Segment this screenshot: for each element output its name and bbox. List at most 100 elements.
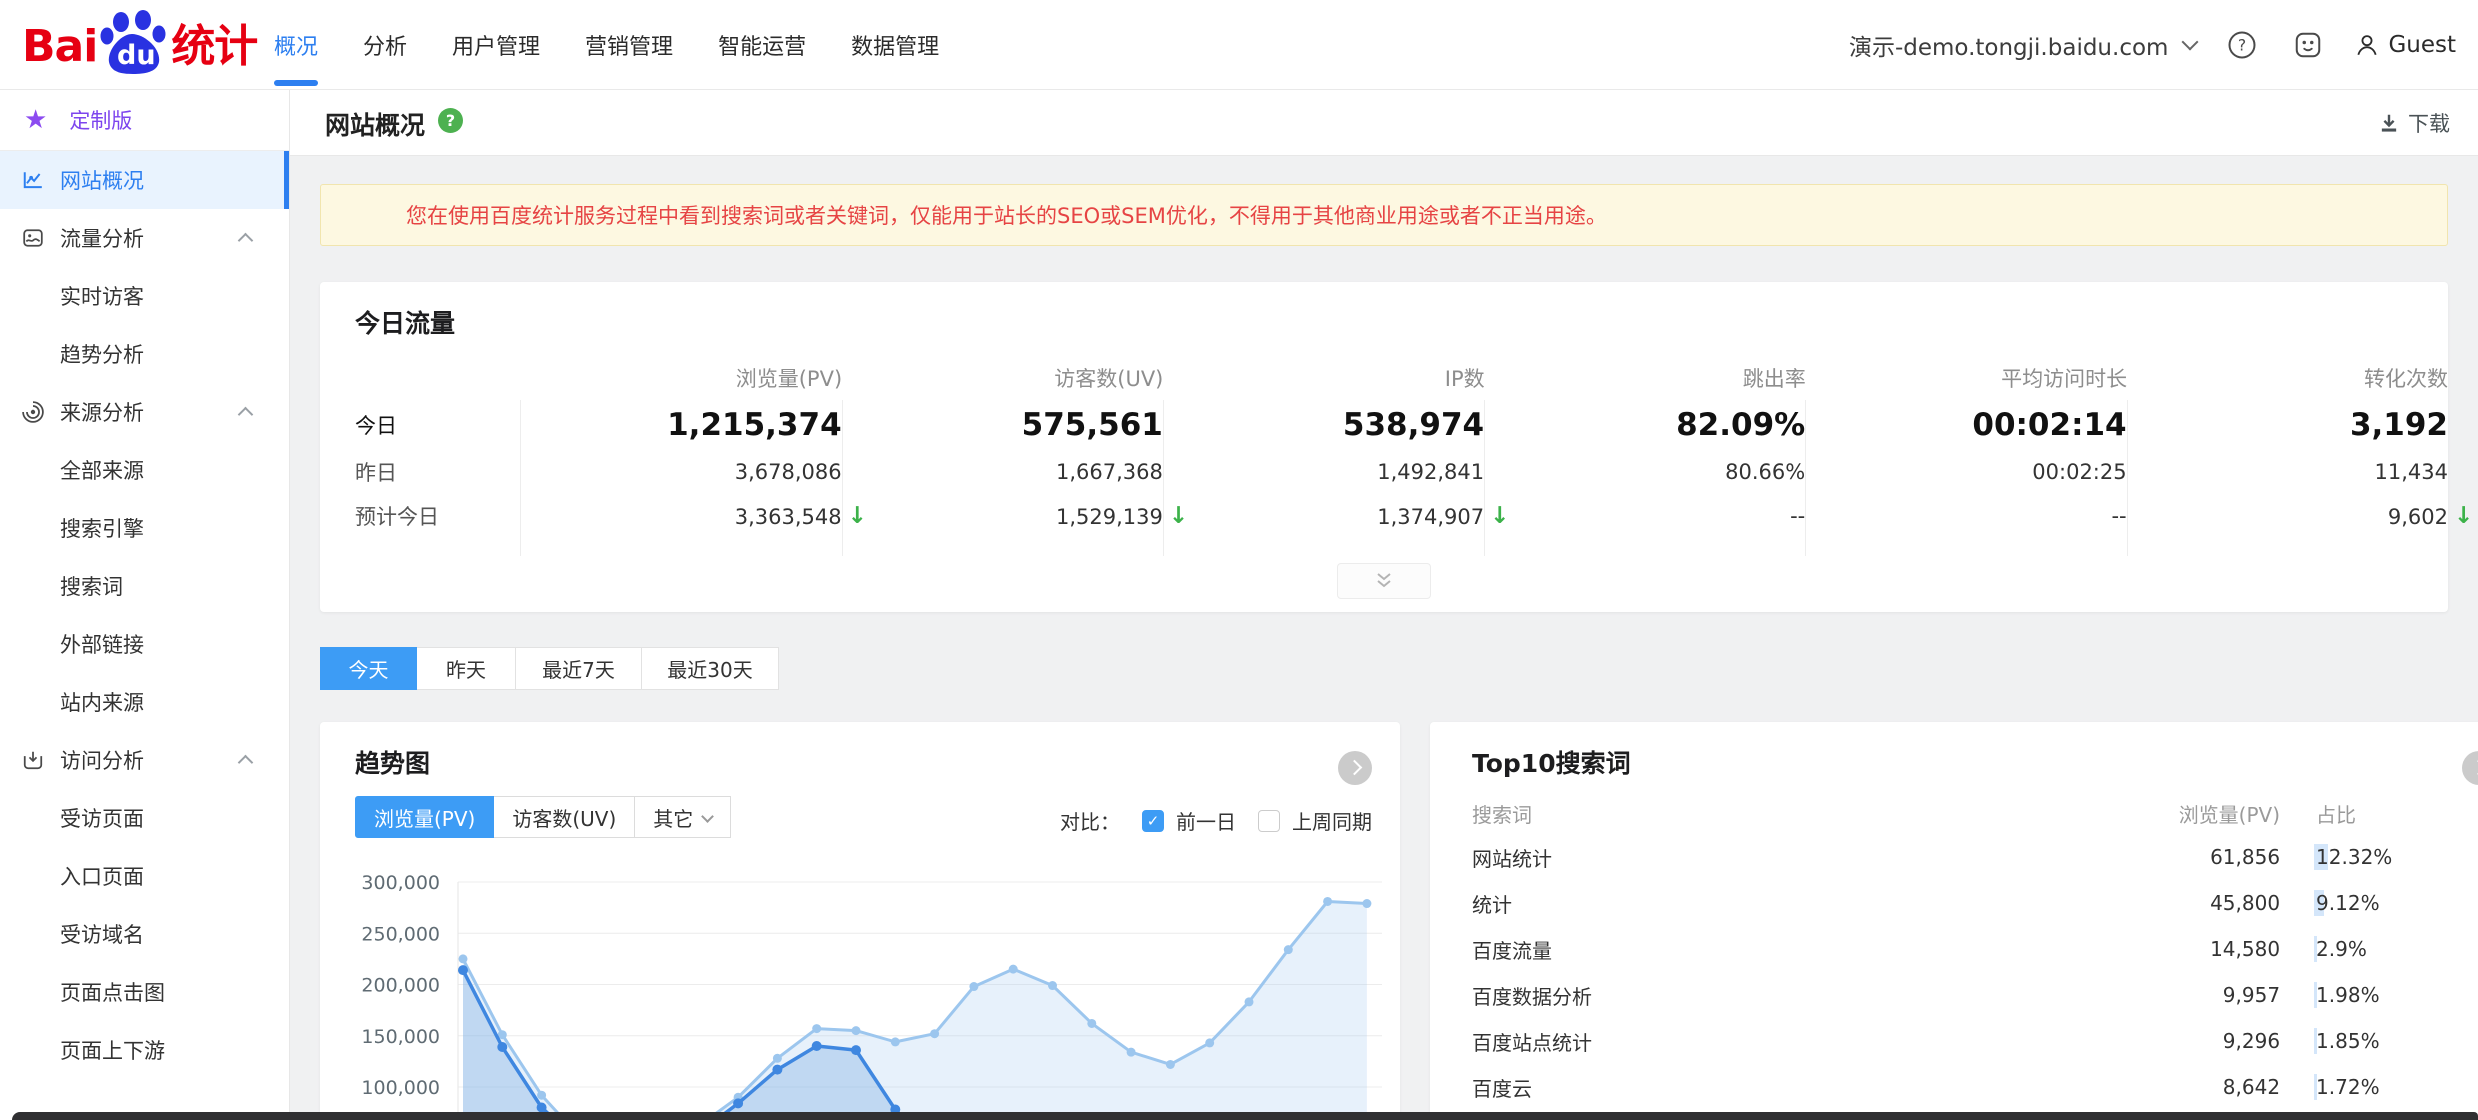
- page-title: 网站概况: [325, 106, 425, 142]
- chevron-up-icon[interactable]: [238, 232, 254, 248]
- sidebar-item[interactable]: 外部链接: [0, 615, 289, 673]
- line-chart-icon: [22, 169, 44, 191]
- top10-keyword: 统计: [1472, 880, 2120, 926]
- date-range-tab[interactable]: 今天: [320, 647, 417, 690]
- stats-value-text: 3,192: [2350, 407, 2448, 443]
- data-point: [1362, 899, 1371, 908]
- sidebar-item[interactable]: 全部来源: [0, 441, 289, 499]
- download-button[interactable]: 下载: [2378, 108, 2450, 138]
- sidebar-item-label: 受访页面: [60, 803, 144, 833]
- y-axis-tick-label: 150,000: [361, 1026, 440, 1048]
- sidebar-item-label: 站内来源: [60, 687, 144, 717]
- top10-title: Top10搜索词: [1472, 744, 1631, 780]
- nav-tab[interactable]: 营销管理: [585, 0, 673, 89]
- top10-ratio-wrap: 1.72%: [2316, 1075, 2380, 1099]
- sidebar-item-label: 搜索引擎: [60, 513, 144, 543]
- top10-row: 统计45,8009.12%: [1472, 880, 2478, 926]
- stats-pad-row: [355, 538, 2448, 556]
- top10-row: 百度云8,6421.72%: [1472, 1064, 2478, 1110]
- baidu-paw-icon: du: [99, 10, 173, 76]
- nav-tab[interactable]: 概况: [274, 0, 318, 89]
- top10-table: 搜索词浏览量(PV)占比网站统计61,85612.32%统计45,8009.12…: [1472, 792, 2478, 1110]
- sidebar-item[interactable]: 页面上下游: [0, 1021, 289, 1079]
- nav-tab[interactable]: 分析: [363, 0, 407, 89]
- double-chevron-down-icon: [1373, 571, 1395, 591]
- stats-value: 1,529,139↓: [842, 494, 1163, 538]
- sidebar-item[interactable]: 流量分析: [0, 209, 289, 267]
- top10-expand-button[interactable]: [2462, 751, 2478, 785]
- sidebar-item[interactable]: 受访页面: [0, 789, 289, 847]
- stats-value: 82.09%: [1485, 400, 1806, 450]
- sidebar-item[interactable]: 访问分析: [0, 731, 289, 789]
- data-point: [1284, 945, 1293, 954]
- today-traffic-card: 今日流量 浏览量(PV)访客数(UV)IP数跳出率平均访问时长转化次数今日1,2…: [320, 282, 2448, 612]
- sidebar-item[interactable]: 网站概况: [0, 151, 289, 209]
- sidebar-item-label: 页面点击图: [60, 977, 165, 1007]
- top10-row: 百度流量14,5802.9%: [1472, 926, 2478, 972]
- data-point: [1205, 1038, 1214, 1047]
- data-point: [1166, 1060, 1175, 1069]
- baidu-tongji-logo[interactable]: Bai du 统计: [22, 14, 257, 76]
- data-point: [497, 1042, 507, 1052]
- sidebar-item[interactable]: 站内来源: [0, 673, 289, 731]
- chevron-up-icon[interactable]: [238, 754, 254, 770]
- stats-value: 00:02:25: [1806, 450, 2127, 494]
- nav-tab[interactable]: 用户管理: [452, 0, 540, 89]
- sidebar: ★ 定制版 网站概况流量分析实时访客趋势分析来源分析全部来源搜索引擎搜索词外部链…: [0, 90, 290, 1120]
- source-icon: [22, 401, 44, 423]
- apps-icon[interactable]: [2288, 25, 2328, 65]
- data-point: [812, 1024, 821, 1033]
- trend-chart-card: 趋势图 浏览量(PV)访客数(UV)其它 对比： ✓ 前一日 上周同期 300,…: [320, 722, 1400, 1120]
- edition-label: 定制版: [69, 105, 132, 135]
- download-label: 下载: [2408, 108, 2450, 138]
- data-point: [1009, 965, 1018, 974]
- top10-ratio-wrap: 2.9%: [2316, 937, 2367, 961]
- sidebar-item[interactable]: 页面点击图: [0, 963, 289, 1021]
- sidebar-item[interactable]: 来源分析: [0, 383, 289, 441]
- top10-ratio-value: 1.72%: [2280, 1064, 2478, 1110]
- sidebar-edition[interactable]: ★ 定制版: [0, 90, 289, 151]
- stats-corner-cell: [355, 356, 521, 400]
- star-icon: ★: [24, 107, 47, 133]
- site-selector[interactable]: 演示-demo.tongji.baidu.com: [1849, 28, 2196, 62]
- top10-ratio-wrap: 12.32%: [2316, 845, 2392, 869]
- top10-column-header: 搜索词: [1472, 792, 2120, 834]
- y-axis-tick-label: 100,000: [361, 1077, 440, 1099]
- stats-value-text: --: [2111, 504, 2126, 528]
- nav-tab[interactable]: 智能运营: [718, 0, 806, 89]
- stats-pad-cell: [355, 538, 521, 556]
- logo-text-tongji: 统计: [171, 18, 257, 76]
- data-point: [772, 1065, 782, 1075]
- nav-tab[interactable]: 数据管理: [851, 0, 939, 89]
- sidebar-item[interactable]: 趋势分析: [0, 325, 289, 383]
- date-range-tab[interactable]: 最近30天: [642, 647, 779, 690]
- sidebar-menu: 网站概况流量分析实时访客趋势分析来源分析全部来源搜索引擎搜索词外部链接站内来源访…: [0, 151, 289, 1079]
- user-menu[interactable]: Guest: [2354, 32, 2456, 58]
- sidebar-item[interactable]: 受访域名: [0, 905, 289, 963]
- sidebar-item[interactable]: 搜索词: [0, 557, 289, 615]
- stats-value-text: 11,434: [2375, 460, 2448, 484]
- sidebar-item-label: 受访域名: [60, 919, 144, 949]
- help-icon[interactable]: ?: [2222, 25, 2262, 65]
- stats-value-text: 1,529,139: [1056, 505, 1163, 529]
- chevron-up-icon[interactable]: [238, 406, 254, 422]
- sidebar-item[interactable]: 搜索引擎: [0, 499, 289, 557]
- top10-ratio-text: 9.12%: [2316, 891, 2380, 915]
- data-point: [458, 965, 468, 975]
- visit-icon: [22, 749, 44, 771]
- stats-value: 80.66%: [1485, 450, 1806, 494]
- top10-ratio-value: 1.85%: [2280, 1018, 2478, 1064]
- collapse-toggle-button[interactable]: [1337, 563, 1431, 599]
- date-range-tab[interactable]: 最近7天: [516, 647, 642, 690]
- notice-text: 您在使用百度统计服务过程中看到搜索词或者关键词，仅能用于站长的SEO或SEM优化…: [406, 200, 1607, 230]
- sidebar-item[interactable]: 实时访客: [0, 267, 289, 325]
- date-range-tab[interactable]: 昨天: [417, 647, 516, 690]
- stats-value-text: 538,974: [1343, 407, 1484, 443]
- sidebar-item[interactable]: 入口页面: [0, 847, 289, 905]
- today-traffic-table: 浏览量(PV)访客数(UV)IP数跳出率平均访问时长转化次数今日1,215,37…: [355, 356, 2448, 556]
- logo-text-bai: Bai: [22, 18, 97, 76]
- today-traffic-title: 今日流量: [355, 304, 455, 340]
- notice-banner: 您在使用百度统计服务过程中看到搜索词或者关键词，仅能用于站长的SEO或SEM优化…: [320, 184, 2448, 246]
- traffic-icon: [22, 227, 44, 249]
- help-badge-icon[interactable]: ?: [438, 108, 463, 133]
